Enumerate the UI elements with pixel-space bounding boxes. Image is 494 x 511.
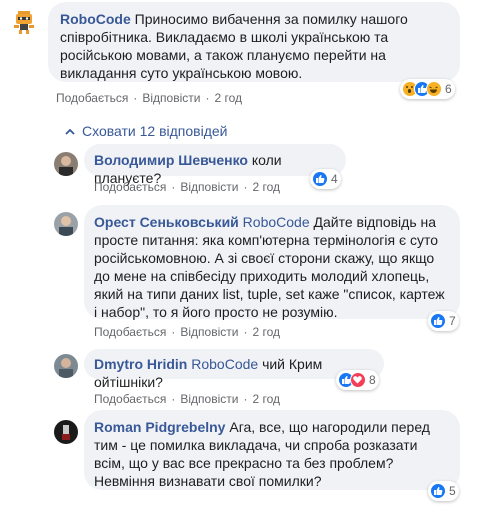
haha-icon (426, 81, 442, 97)
like-button[interactable]: Подобається (94, 392, 166, 406)
reaction-count: 8 (369, 373, 376, 387)
reaction-count: 7 (449, 314, 456, 328)
reaction-summary[interactable]: 4 (310, 169, 341, 189)
reaction-summary[interactable]: 6 (400, 79, 455, 99)
timestamp[interactable]: 2 год (214, 91, 242, 105)
reply-bubble: Орест Сеньковський RoboCode Дайте відпов… (84, 205, 460, 320)
reply-author[interactable]: Dmytro Hridin (94, 356, 187, 372)
like-icon (430, 313, 446, 329)
chevron-up-icon (65, 129, 75, 135)
timestamp[interactable]: 2 год (252, 392, 280, 406)
reply-mention[interactable]: RoboCode (191, 356, 258, 372)
comment-actions: Подобається · Відповісти · 2 год (56, 91, 242, 105)
love-icon (350, 372, 366, 388)
avatar[interactable] (54, 152, 78, 176)
avatar[interactable] (54, 212, 78, 236)
like-icon (430, 483, 446, 499)
reaction-count: 4 (331, 172, 338, 186)
reply-author[interactable]: Roman Pidgrebelny (94, 419, 225, 435)
like-button[interactable]: Подобається (94, 325, 166, 339)
reply-bubble: Володимир Шевченко коли плануєте? (84, 144, 346, 186)
reply-actions: Подобається · Відповісти · 2 год (94, 325, 280, 339)
avatar[interactable] (54, 420, 78, 444)
reply-author[interactable]: Орест Сеньковський (94, 214, 239, 230)
reply-bubble: Roman Pidgrebelny Ага, все, що нагородил… (84, 410, 460, 490)
like-button[interactable]: Подобається (56, 91, 128, 105)
timestamp[interactable]: 2 год (252, 325, 280, 339)
like-icon (312, 171, 328, 187)
reply-actions: Подобається · Відповісти · 2 год (94, 180, 280, 194)
hide-replies-label: Сховати 12 відповідей (82, 123, 228, 139)
reaction-count: 5 (449, 484, 456, 498)
reply-button[interactable]: Відповісти (180, 392, 238, 406)
reply-button[interactable]: Відповісти (142, 91, 200, 105)
like-button[interactable]: Подобається (94, 180, 166, 194)
avatar[interactable] (8, 5, 40, 37)
reaction-summary[interactable]: 7 (428, 311, 459, 331)
robot-logo-icon (14, 11, 34, 34)
comment-bubble: RoboCode Приносимо вибачення за помилку … (48, 2, 460, 82)
reaction-count: 6 (445, 82, 452, 96)
comment-author[interactable]: RoboCode (60, 11, 131, 27)
reply-button[interactable]: Відповісти (180, 325, 238, 339)
hide-replies-button[interactable]: Сховати 12 відповідей (64, 123, 228, 139)
reaction-summary[interactable]: 5 (428, 481, 459, 501)
reply-button[interactable]: Відповісти (180, 180, 238, 194)
avatar[interactable] (54, 354, 78, 378)
timestamp[interactable]: 2 год (252, 180, 280, 194)
reaction-summary[interactable]: 8 (336, 370, 379, 390)
reply-actions: Подобається · Відповісти · 2 год (94, 392, 280, 406)
reply-author[interactable]: Володимир Шевченко (94, 152, 248, 168)
reply-mention[interactable]: RoboCode (243, 214, 310, 230)
